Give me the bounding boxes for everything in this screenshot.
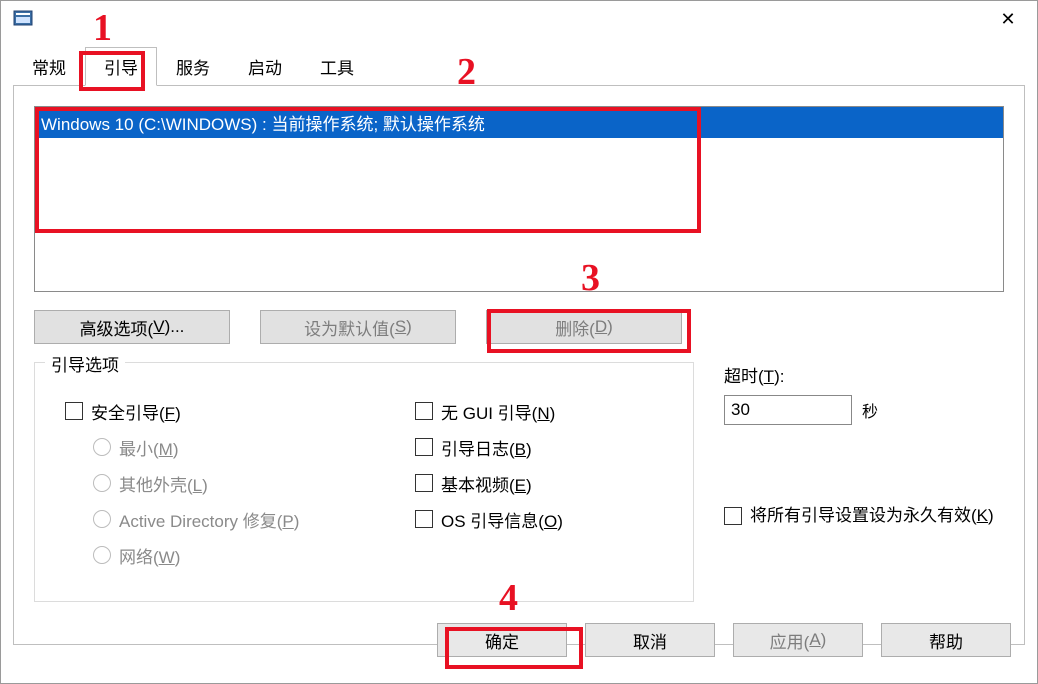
tab-tools[interactable]: 工具	[301, 47, 373, 86]
safe-boot-adrepair-radio[interactable]: Active Directory 修复(P)	[93, 501, 365, 537]
dialog-buttons: 确定 取消 应用(A) 帮助	[437, 623, 1011, 657]
checkbox-icon	[724, 507, 742, 525]
checkbox-label: 无 GUI 引导(N)	[441, 399, 555, 424]
safe-boot-checkbox[interactable]: 安全引导(F)	[65, 393, 365, 429]
tab-general[interactable]: 常规	[13, 47, 85, 86]
make-permanent-area: 将所有引导设置设为永久有效(K)	[724, 504, 1004, 528]
checkbox-icon	[415, 474, 433, 492]
boot-entry-row[interactable]: Windows 10 (C:\WINDOWS) : 当前操作系统; 默认操作系统	[35, 107, 1003, 138]
make-permanent-checkbox[interactable]: 将所有引导设置设为永久有效(K)	[724, 504, 1004, 528]
titlebar: ✕	[1, 1, 1037, 37]
timeout-input[interactable]	[724, 395, 852, 425]
app-icon	[13, 9, 33, 29]
close-button[interactable]: ✕	[985, 3, 1031, 35]
boot-options-legend: 引导选项	[45, 351, 125, 376]
radio-icon	[93, 474, 111, 492]
radio-icon	[93, 438, 111, 456]
checkbox-icon	[415, 438, 433, 456]
radio-label: Active Directory 修复(P)	[119, 507, 299, 532]
cancel-button[interactable]: 取消	[585, 623, 715, 657]
set-default-button[interactable]: 设为默认值(S)	[260, 310, 456, 344]
checkbox-icon	[65, 402, 83, 420]
advanced-options-button[interactable]: 高级选项(V)...	[34, 310, 230, 344]
tab-boot[interactable]: 引导	[85, 47, 157, 86]
tab-services[interactable]: 服务	[157, 47, 229, 86]
ok-button[interactable]: 确定	[437, 623, 567, 657]
tabstrip: 常规 引导 服务 启动 工具	[13, 51, 1025, 85]
checkbox-label: OS 引导信息(O)	[441, 507, 563, 532]
checkbox-icon	[415, 402, 433, 420]
checkbox-label: 基本视频(E)	[441, 471, 532, 496]
safe-boot-minimal-radio[interactable]: 最小(M)	[93, 429, 365, 465]
timeout-label: 超时(T):	[724, 362, 994, 387]
boot-options-group: 引导选项 安全引导(F) 最小(M)	[34, 362, 694, 602]
os-boot-info-checkbox[interactable]: OS 引导信息(O)	[415, 501, 675, 537]
delete-button[interactable]: 删除(D)	[486, 310, 682, 344]
radio-icon	[93, 546, 111, 564]
checkbox-label: 引导日志(B)	[441, 435, 532, 460]
boot-action-row: 高级选项(V)... 设为默认值(S) 删除(D)	[34, 310, 1004, 344]
safe-boot-label: 安全引导(F)	[91, 399, 181, 424]
safe-boot-network-radio[interactable]: 网络(W)	[93, 537, 365, 573]
msconfig-window: ✕ 常规 引导 服务 启动 工具 Windows 10 (C:\WINDOWS)…	[0, 0, 1038, 684]
radio-label: 网络(W)	[119, 543, 180, 568]
no-gui-boot-checkbox[interactable]: 无 GUI 引导(N)	[415, 393, 675, 429]
help-button[interactable]: 帮助	[881, 623, 1011, 657]
safe-boot-column: 安全引导(F) 最小(M) 其他外壳(L)	[65, 393, 365, 573]
radio-label: 最小(M)	[119, 435, 179, 460]
radio-label: 其他外壳(L)	[119, 471, 208, 496]
boot-entries-list[interactable]: Windows 10 (C:\WINDOWS) : 当前操作系统; 默认操作系统	[34, 106, 1004, 292]
tab-startup[interactable]: 启动	[229, 47, 301, 86]
base-video-checkbox[interactable]: 基本视频(E)	[415, 465, 675, 501]
checkbox-label: 将所有引导设置设为永久有效(K)	[750, 504, 994, 528]
tabpage-boot: Windows 10 (C:\WINDOWS) : 当前操作系统; 默认操作系统…	[13, 85, 1025, 645]
radio-icon	[93, 510, 111, 528]
timeout-unit: 秒	[862, 398, 878, 422]
boot-log-checkbox[interactable]: 引导日志(B)	[415, 429, 675, 465]
boot-flags-column: 无 GUI 引导(N) 引导日志(B) 基本视频(E)	[415, 393, 675, 537]
timeout-area: 超时(T): 秒	[724, 362, 994, 425]
client-area: 常规 引导 服务 启动 工具 Windows 10 (C:\WINDOWS) :…	[13, 51, 1025, 671]
apply-button[interactable]: 应用(A)	[733, 623, 863, 657]
safe-boot-altshell-radio[interactable]: 其他外壳(L)	[93, 465, 365, 501]
checkbox-icon	[415, 510, 433, 528]
